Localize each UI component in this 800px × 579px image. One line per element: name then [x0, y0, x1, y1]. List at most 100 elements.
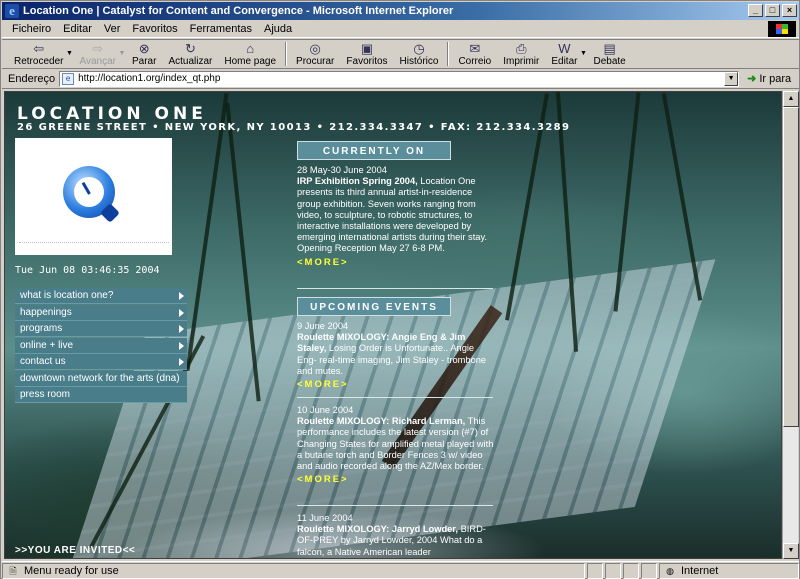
event-date: 11 June 2004	[297, 513, 353, 523]
go-arrow-icon: ➜	[747, 73, 757, 85]
menu-help[interactable]: Ajuda	[258, 23, 298, 35]
more-link[interactable]: <MORE>	[297, 474, 495, 485]
quicktime-logo[interactable]	[15, 138, 172, 255]
menu-view[interactable]: Ver	[98, 23, 127, 35]
currently-on-entry: 28 May-30 June 2004 IRP Exhibition Sprin…	[297, 165, 495, 268]
nav-item-contact-us[interactable]: contact us	[15, 354, 187, 370]
triangle-right-icon	[179, 341, 184, 350]
go-button[interactable]: ➜ Ir para	[747, 72, 791, 86]
site-title: LOCATION ONE	[17, 104, 207, 124]
mail-button[interactable]: ✉ Correio	[452, 40, 497, 68]
event-title[interactable]: Roulette MIXOLOGY: Jarryd Lowder,	[297, 524, 458, 534]
edit-dropdown-icon[interactable]: ▼	[579, 50, 587, 57]
event-entry: 9 June 2004 Roulette MIXOLOGY: Angie Eng…	[297, 321, 495, 390]
scroll-up-icon[interactable]: ▲	[783, 91, 799, 107]
favorites-button[interactable]: ▣ Favoritos	[340, 40, 393, 68]
address-input[interactable]: e http://location1.org/index_qt.php ▼	[59, 70, 740, 87]
nav-item-happenings[interactable]: happenings	[15, 304, 187, 321]
globe-icon: ◍	[666, 565, 674, 576]
triangle-right-icon	[179, 308, 184, 317]
toolbar-separator	[447, 42, 450, 66]
home-button[interactable]: ⌂ Home page	[218, 40, 282, 68]
page-status-icon: 🗎	[9, 565, 17, 576]
event-entry: 11 June 2004 Roulette MIXOLOGY: Jarryd L…	[297, 513, 495, 558]
triangle-right-icon	[179, 358, 184, 366]
event-date: 28 May-30 June 2004	[297, 165, 387, 175]
event-date: 10 June 2004	[297, 405, 354, 415]
event-date: 9 June 2004	[297, 321, 349, 331]
divider	[297, 397, 493, 398]
address-dropdown-icon[interactable]: ▼	[724, 71, 739, 86]
forward-button[interactable]: ⇨ Avançar	[73, 40, 122, 68]
ie-logo-icon: e	[5, 4, 19, 18]
address-label: Endereço	[8, 72, 56, 85]
discuss-icon: ▤	[603, 40, 616, 56]
page-viewport: LOCATION ONE 26 GREENE STREET • NEW YORK…	[4, 91, 782, 559]
event-title: IRP Exhibition Spring 2004,	[297, 176, 418, 187]
window-title: Location One | Catalyst for Content and …	[23, 5, 454, 17]
scroll-thumb[interactable]	[783, 107, 799, 427]
triangle-right-icon	[179, 325, 184, 333]
nav-item-online-live[interactable]: online + live	[15, 337, 187, 354]
event-body: Losing Order is Unfortunate.. Angie Eng-…	[297, 343, 487, 376]
print-button[interactable]: ⎙ Imprimir	[497, 40, 545, 68]
stop-button[interactable]: ⊗ Parar	[126, 40, 162, 68]
title-bar[interactable]: e Location One | Catalyst for Content an…	[2, 2, 799, 20]
clock: Tue Jun 08 03:46:35 2004	[15, 265, 160, 276]
history-button[interactable]: ◷ Histórico	[394, 40, 445, 68]
favorites-icon: ▣	[360, 40, 374, 56]
event-body: Location One presents its third annual a…	[297, 176, 487, 254]
divider	[297, 505, 493, 506]
browser-window: e Location One | Catalyst for Content an…	[0, 0, 800, 579]
nav-item-what-is-location-one[interactable]: what is location one?	[15, 288, 187, 304]
address-bar: Endereço e http://location1.org/index_qt…	[2, 69, 799, 89]
back-button[interactable]: ⇦ Retroceder	[8, 40, 69, 68]
edit-button[interactable]: W Editar	[545, 40, 583, 68]
stop-icon: ⊗	[138, 40, 150, 56]
currently-on-header: CURRENTLY ON	[297, 141, 451, 160]
forward-dropdown-icon[interactable]: ▼	[118, 50, 126, 57]
zone-text: Internet	[681, 564, 719, 577]
menu-edit[interactable]: Editar	[57, 23, 98, 35]
minimize-button[interactable]: _	[748, 4, 763, 17]
page-icon: e	[62, 72, 75, 85]
toolbar-separator	[285, 42, 288, 66]
status-bar: 🗎 Menu ready for use ◍ Internet	[2, 561, 799, 579]
event-entry: 10 June 2004 Roulette MIXOLOGY: Richard …	[297, 405, 495, 485]
site-address: 26 GREENE STREET • NEW YORK, NY 10013 • …	[17, 122, 571, 133]
address-url: http://location1.org/index_qt.php	[78, 73, 221, 84]
nav-item-programs[interactable]: programs	[15, 321, 187, 337]
event-title[interactable]: Roulette MIXOLOGY: Richard Lerman,	[297, 416, 465, 426]
discuss-button[interactable]: ▤ Debate	[587, 40, 631, 68]
search-button[interactable]: ◎ Procurar	[290, 40, 340, 68]
word-icon: W	[558, 40, 571, 56]
more-link[interactable]: <MORE>	[297, 379, 495, 390]
history-icon: ◷	[413, 40, 425, 56]
back-dropdown-icon[interactable]: ▼	[65, 50, 73, 57]
maximize-button[interactable]: □	[765, 4, 780, 17]
forward-arrow-icon: ⇨	[92, 40, 104, 56]
nav-item-press-room[interactable]: press room	[15, 387, 187, 403]
menu-favorites[interactable]: Favoritos	[126, 23, 183, 35]
divider	[297, 288, 493, 289]
nav-item-dna[interactable]: downtown network for the arts (dna)	[15, 370, 187, 387]
menu-bar: Ficheiro Editar Ver Favoritos Ferramenta…	[2, 20, 799, 38]
home-icon: ⌂	[246, 40, 255, 56]
upcoming-events-header: UPCOMING EVENTS	[297, 297, 451, 316]
vertical-scrollbar[interactable]: ▲ ▼	[782, 91, 799, 559]
toolbar: ⇦ Retroceder ▼ ⇨ Avançar ▼ ⊗ Parar ↻ Actuali…	[2, 39, 799, 69]
menu-tools[interactable]: Ferramentas	[184, 23, 258, 35]
windows-logo-icon	[768, 21, 796, 37]
scroll-down-icon[interactable]: ▼	[783, 543, 799, 559]
search-icon: ◎	[309, 40, 321, 56]
mail-icon: ✉	[469, 40, 481, 56]
triangle-right-icon	[179, 292, 184, 300]
you-are-invited-link[interactable]: >>YOU ARE INVITED<<	[15, 545, 135, 556]
print-icon: ⎙	[516, 40, 527, 56]
more-link[interactable]: <MORE>	[297, 257, 495, 268]
nav-menu: what is location one? happenings program…	[15, 288, 187, 404]
back-arrow-icon: ⇦	[33, 40, 45, 56]
menu-file[interactable]: Ficheiro	[6, 23, 57, 35]
refresh-button[interactable]: ↻ Actualizar	[162, 40, 218, 68]
close-button[interactable]: ×	[782, 4, 797, 17]
